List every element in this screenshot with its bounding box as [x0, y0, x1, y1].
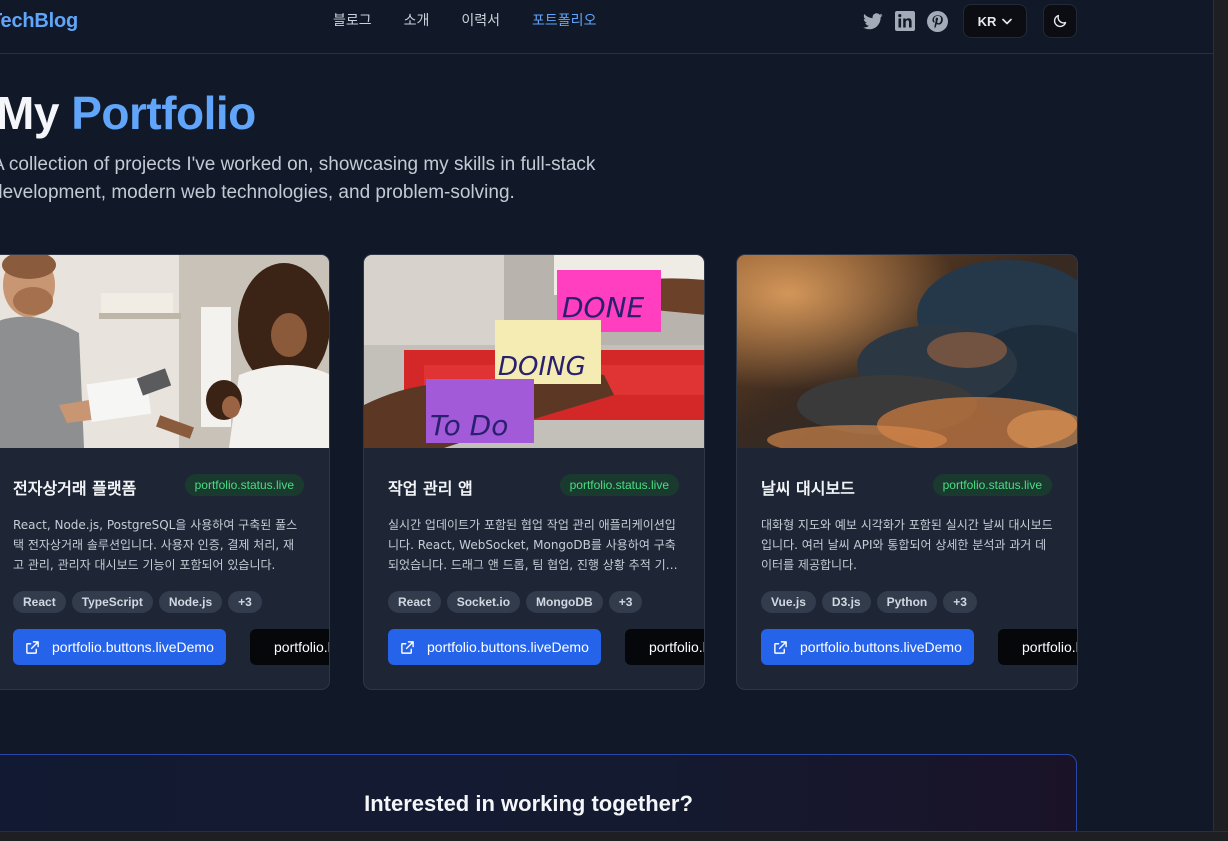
page-title-plain: My	[0, 87, 59, 139]
project-description: 실시간 업데이트가 포함된 협업 작업 관리 애플리케이션입니다. React,…	[388, 518, 677, 572]
linkedin-icon[interactable]	[894, 10, 916, 32]
project-image-ecommerce	[0, 255, 329, 448]
live-demo-button[interactable]: portfolio.buttons.liveDemo	[761, 629, 974, 665]
tech-tags: React Socket.io MongoDB +3	[388, 591, 643, 613]
moon-icon	[1053, 14, 1067, 28]
project-card[interactable]: 전자상거래 플랫폼 portfolio.status.live React, N…	[0, 254, 330, 690]
theme-toggle-button[interactable]	[1043, 4, 1077, 38]
page-title: My Portfolio	[0, 86, 256, 140]
page-subtitle: A collection of projects I've worked on,…	[0, 154, 596, 203]
code-label: portfolio.buttons.code	[1022, 639, 1078, 655]
tech-tag: React	[13, 591, 66, 613]
external-link-icon	[774, 640, 787, 654]
tech-tag-more[interactable]: +3	[608, 591, 643, 613]
status-badge: portfolio.status.live	[559, 474, 679, 496]
nav-item-portfolio[interactable]: 포트폴리오	[532, 12, 596, 30]
external-link-icon	[401, 640, 414, 654]
status-badge: portfolio.status.live	[932, 474, 1052, 496]
window-right-edge	[1213, 0, 1228, 841]
live-demo-label: portfolio.buttons.liveDemo	[427, 639, 589, 655]
code-label: portfolio.buttons.code	[649, 639, 705, 655]
tech-tag: MongoDB	[526, 591, 603, 613]
svg-text:DONE: DONE	[562, 291, 645, 324]
project-title: 전자상거래 플랫폼	[13, 479, 137, 498]
nav-item-resume[interactable]: 이력서	[461, 12, 500, 30]
social-links	[862, 10, 948, 32]
project-title: 날씨 대시보드	[761, 479, 855, 498]
live-demo-label: portfolio.buttons.liveDemo	[800, 639, 962, 655]
project-description: React, Node.js, PostgreSQL을 사용하여 구축된 풀스택…	[13, 518, 298, 572]
tech-tag-more[interactable]: +3	[228, 591, 262, 613]
live-demo-button[interactable]: portfolio.buttons.liveDemo	[388, 629, 601, 665]
tech-tag: Socket.io	[446, 591, 521, 613]
top-navbar: TechBlog 블로그 소개 이력서 포트폴리오 KR	[0, 0, 1213, 54]
window-bottom-edge	[0, 831, 1228, 841]
page-viewport: TechBlog 블로그 소개 이력서 포트폴리오 KR My Portfo	[0, 0, 1213, 831]
live-demo-button[interactable]: portfolio.buttons.liveDemo	[13, 629, 226, 665]
svg-text:To Do: To Do	[430, 409, 508, 442]
tech-tag: TypeScript	[71, 591, 153, 613]
language-label: KR	[977, 13, 997, 29]
twitter-icon[interactable]	[862, 10, 884, 32]
tech-tag: React	[388, 591, 441, 613]
code-button[interactable]: portfolio.buttons.code	[998, 629, 1078, 665]
external-link-icon	[26, 640, 39, 654]
code-button[interactable]: portfolio.buttons.code	[625, 629, 705, 665]
code-label: portfolio.buttons.code	[274, 639, 330, 655]
project-title: 작업 관리 앱	[388, 479, 473, 498]
nav-item-blog[interactable]: 블로그	[333, 12, 372, 30]
contact-cta-panel: Interested in working together?	[0, 754, 1077, 831]
project-description: 대화형 지도와 예보 시각화가 포함된 실시간 날씨 대시보드입니다. 여러 날…	[761, 518, 1053, 572]
brand-logo[interactable]: TechBlog	[0, 10, 78, 33]
status-badge: portfolio.status.live	[184, 474, 304, 496]
project-image-task-app: DONE DOING To Do	[364, 255, 704, 448]
tech-tag: Python	[876, 591, 938, 613]
live-demo-label: portfolio.buttons.liveDemo	[52, 639, 214, 655]
code-button[interactable]: portfolio.buttons.code	[250, 629, 330, 665]
svg-text:DOING: DOING	[498, 352, 586, 382]
page-title-accent: Portfolio	[71, 87, 256, 139]
cta-title: Interested in working together?	[364, 791, 693, 816]
project-image-weather	[737, 255, 1077, 448]
tech-tags: React TypeScript Node.js +3	[13, 591, 262, 613]
project-card[interactable]: 날씨 대시보드 portfolio.status.live 대화형 지도와 예보…	[736, 254, 1078, 690]
project-card[interactable]: DONE DOING To Do 작업 관리 앱 portfolio.statu…	[363, 254, 705, 690]
tech-tag: Vue.js	[761, 591, 816, 613]
nav-item-about[interactable]: 소개	[404, 12, 430, 30]
pinterest-icon[interactable]	[926, 10, 948, 32]
chevron-down-icon	[1002, 18, 1013, 24]
tech-tag: Node.js	[158, 591, 223, 613]
tech-tag-more[interactable]: +3	[943, 591, 977, 613]
tech-tag: D3.js	[821, 591, 871, 613]
language-select[interactable]: KR	[963, 4, 1027, 38]
main-nav: 블로그 소개 이력서 포트폴리오	[333, 12, 628, 30]
tech-tags: Vue.js D3.js Python +3	[761, 591, 977, 613]
